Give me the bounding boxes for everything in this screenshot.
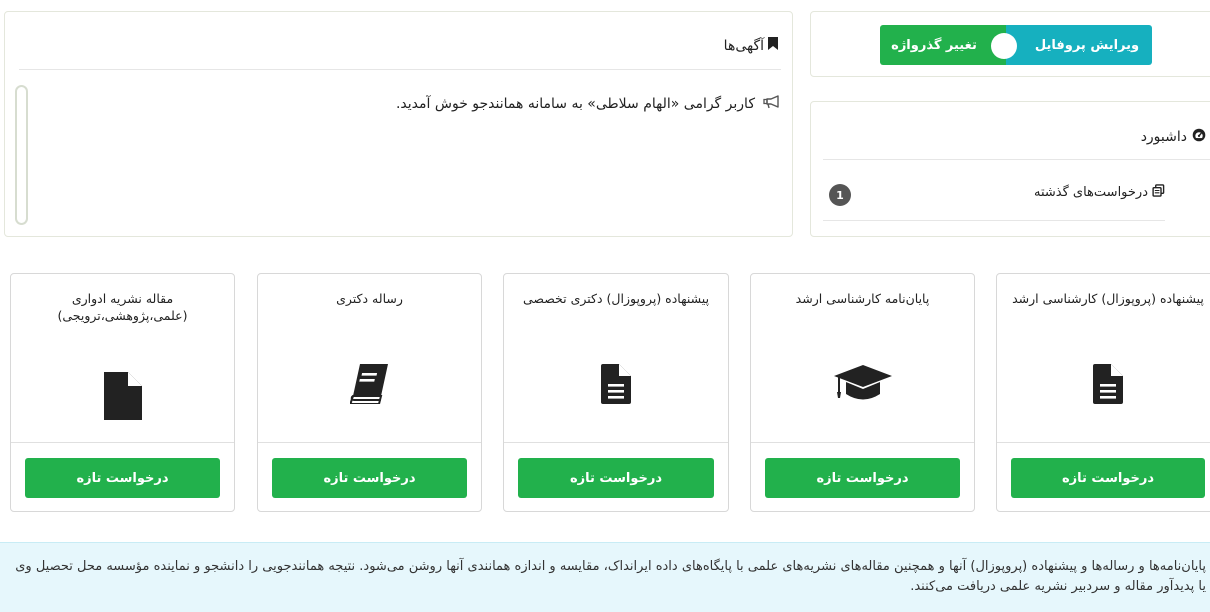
- dashboard-heading: داشبورد: [1141, 128, 1206, 146]
- copy-icon: [1152, 184, 1165, 201]
- info-text: پایان‌نامه‌ها و رساله‌ها و پیشنهاده (پرو…: [15, 559, 1206, 594]
- announcement-item: کاربر گرامی «الهام سلاطی» به سامانه همان…: [396, 95, 779, 113]
- divider: [258, 442, 481, 443]
- new-request-button[interactable]: درخواست تازه: [765, 458, 960, 498]
- card-journal-article: مقاله نشریه ادواری (علمی،پژوهشی،ترویجی) …: [10, 273, 235, 512]
- card-title: پیشنهاده (پروپوزال) دکتری تخصصی: [522, 291, 710, 306]
- card-ma-proposal: پیشنهاده (پروپوزال) کارشناسی ارشد درخواس…: [996, 273, 1210, 512]
- divider: [11, 442, 234, 443]
- bullhorn-icon: [762, 95, 779, 113]
- card-title: پایان‌نامه کارشناسی ارشد: [795, 291, 930, 306]
- card-title: رساله دکتری: [336, 291, 403, 306]
- new-request-button[interactable]: درخواست تازه: [518, 458, 714, 498]
- past-requests-count-badge: 1: [829, 184, 851, 206]
- announcements-title: آگهی‌ها: [723, 37, 764, 54]
- file-text-icon: [997, 354, 1210, 414]
- announcements-scrollbar[interactable]: [15, 85, 28, 225]
- info-alert: پایان‌نامه‌ها و رساله‌ها و پیشنهاده (پرو…: [0, 542, 1210, 612]
- dashboard-panel: داشبورد درخواست‌های گذشته 1: [810, 101, 1210, 237]
- file-icon: [11, 366, 234, 426]
- profile-panel: تغییر گذرواژه ویرایش پروفایل: [810, 11, 1210, 77]
- new-request-button[interactable]: درخواست تازه: [272, 458, 467, 498]
- card-title: مقاله نشریه ادواری (علمی،پژوهشی،ترویجی): [57, 291, 188, 323]
- book-icon: [258, 354, 481, 414]
- divider: [997, 442, 1210, 443]
- card-phd-dissertation: رساله دکتری درخواست تازه: [257, 273, 482, 512]
- new-request-button[interactable]: درخواست تازه: [25, 458, 220, 498]
- card-phd-proposal: پیشنهاده (پروپوزال) دکتری تخصصی درخواست …: [503, 273, 729, 512]
- announcements-panel: آگهی‌ها کاربر گرامی «الهام سلاطی» به سام…: [4, 11, 793, 237]
- graduation-cap-icon: [751, 354, 974, 414]
- past-requests-label: درخواست‌های گذشته: [1033, 185, 1148, 200]
- button-group-separator: [991, 33, 1017, 59]
- divider: [504, 442, 728, 443]
- file-text-icon: [504, 354, 728, 414]
- divider: [19, 69, 781, 70]
- bookmark-icon: [768, 37, 778, 54]
- announcements-heading: آگهی‌ها: [724, 37, 778, 54]
- profile-button-group: تغییر گذرواژه ویرایش پروفایل: [880, 25, 1152, 65]
- past-requests-link[interactable]: درخواست‌های گذشته: [1034, 184, 1165, 201]
- new-request-button[interactable]: درخواست تازه: [1011, 458, 1205, 498]
- past-requests-item[interactable]: درخواست‌های گذشته 1: [823, 160, 1165, 221]
- dashboard-icon: [1192, 128, 1206, 146]
- edit-profile-button[interactable]: ویرایش پروفایل: [1006, 25, 1152, 65]
- card-title: پیشنهاده (پروپوزال) کارشناسی ارشد: [1012, 291, 1204, 306]
- announcement-text: کاربر گرامی «الهام سلاطی» به سامانه همان…: [395, 96, 755, 112]
- divider: [751, 442, 974, 443]
- change-password-button[interactable]: تغییر گذرواژه: [880, 25, 1006, 65]
- dashboard-title: داشبورد: [1140, 129, 1187, 145]
- card-ma-thesis: پایان‌نامه کارشناسی ارشد درخواست تازه: [750, 273, 975, 512]
